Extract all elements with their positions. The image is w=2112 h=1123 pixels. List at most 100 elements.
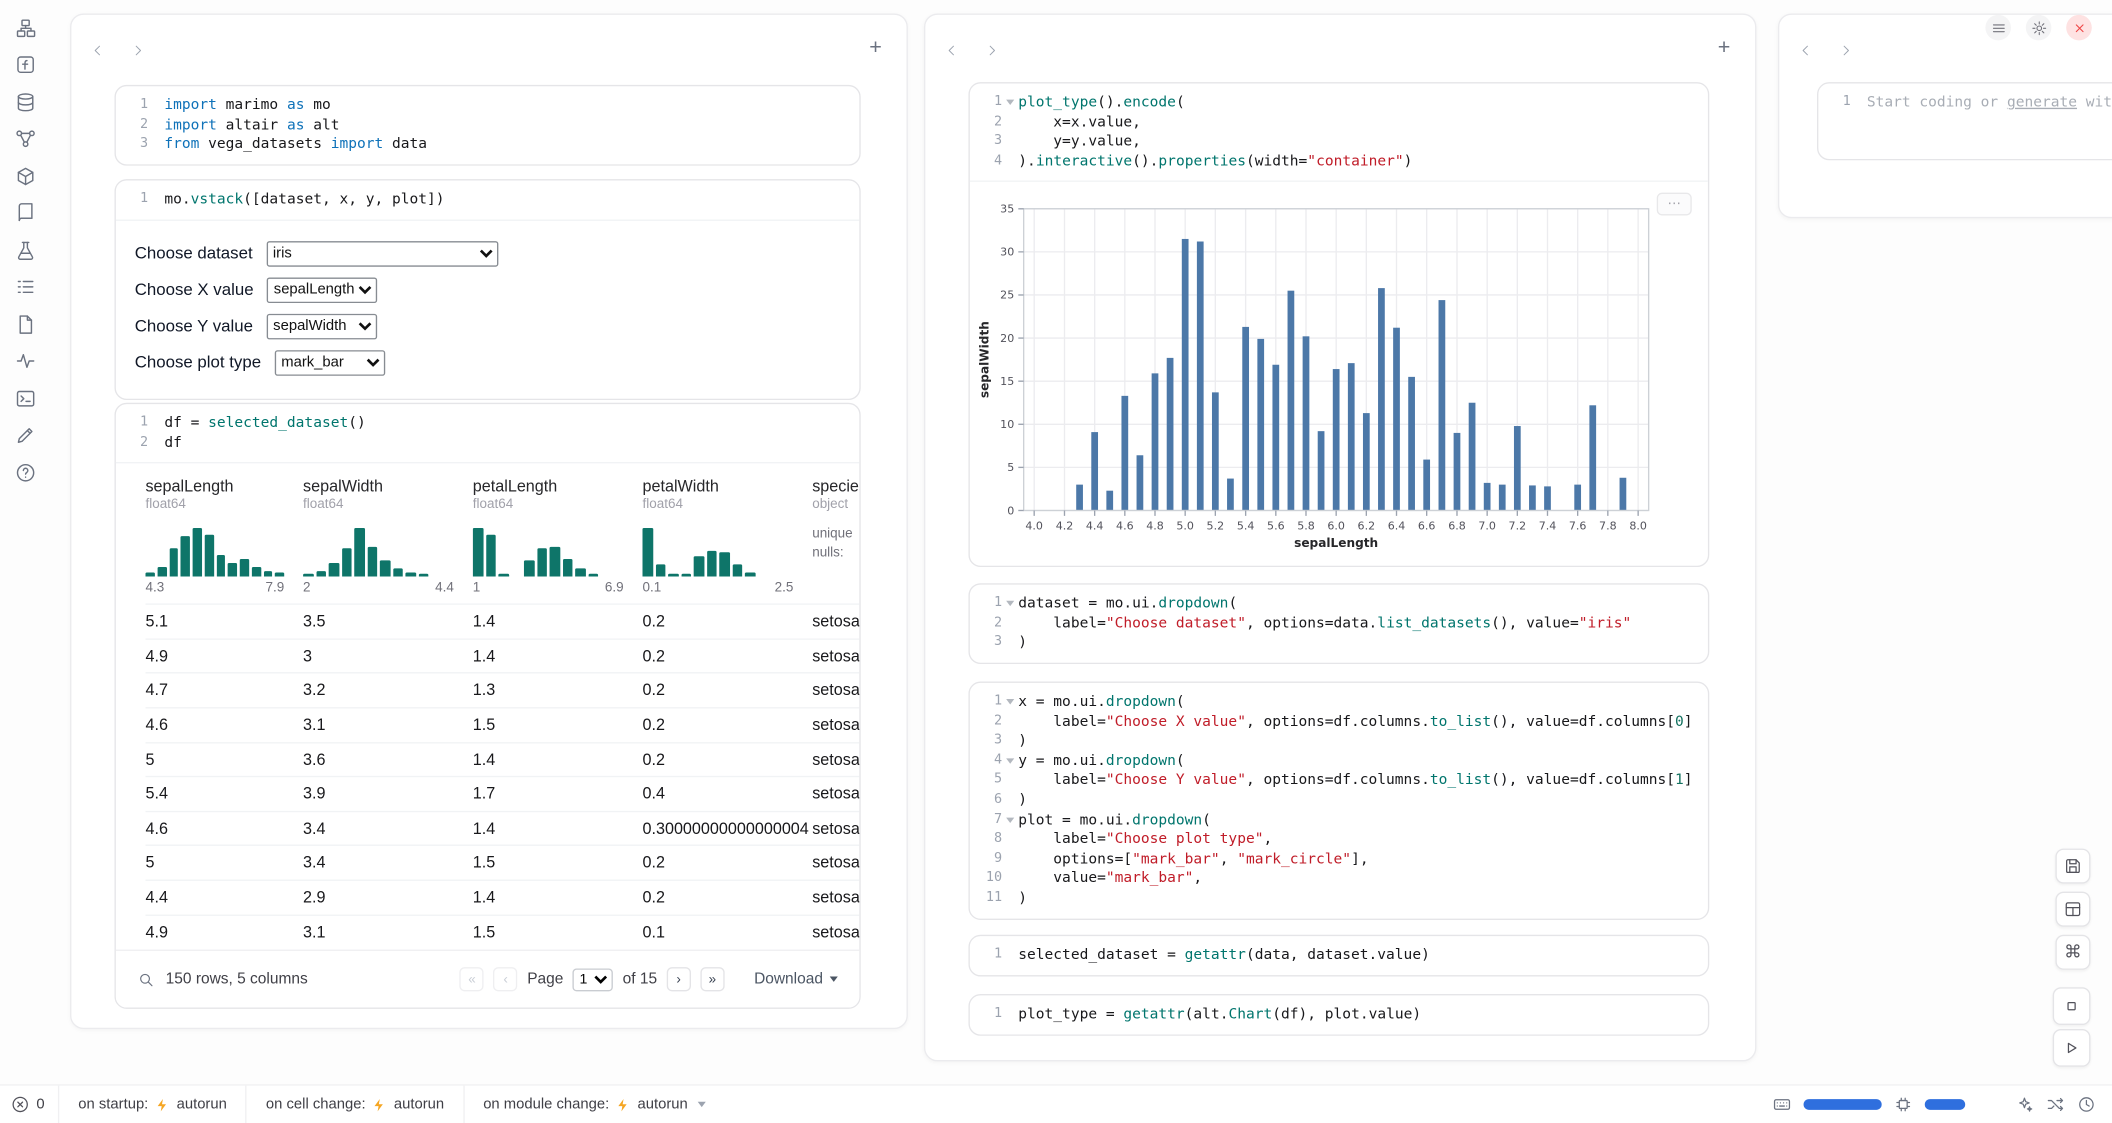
scratchpad-icon[interactable] bbox=[14, 387, 37, 410]
settings-button[interactable] bbox=[2026, 15, 2052, 41]
code-editor[interactable]: 1 Start coding or generate with AI bbox=[1818, 84, 2112, 123]
ai-sparkles-icon[interactable] bbox=[2015, 1095, 2034, 1114]
plot-type-select[interactable]: mark_bar bbox=[275, 350, 385, 376]
error-count-badge[interactable]: 0 bbox=[0, 1095, 58, 1114]
svg-text:10: 10 bbox=[1000, 419, 1014, 432]
svg-text:7.2: 7.2 bbox=[1509, 520, 1527, 533]
code-editor[interactable]: 1plot_type().encode(2 x=x.value,3 y=y.va… bbox=[970, 84, 1708, 181]
prev-page-icon[interactable]: ‹ bbox=[494, 967, 518, 991]
code-editor[interactable]: 1df = selected_dataset()2df bbox=[116, 404, 860, 462]
shuffle-icon[interactable] bbox=[2046, 1095, 2065, 1114]
layout-button[interactable] bbox=[2055, 892, 2090, 927]
code-editor[interactable]: 1mo.vstack([dataset, x, y, plot]) bbox=[116, 180, 860, 219]
menu-button[interactable] bbox=[1985, 15, 2011, 41]
code-editor[interactable]: 1selected_dataset = getattr(data, datase… bbox=[970, 936, 1708, 975]
altair-chart[interactable]: 4.04.24.44.64.85.05.25.45.65.86.06.26.46… bbox=[970, 181, 1708, 566]
stop-button[interactable] bbox=[2053, 987, 2091, 1025]
file-tree-icon[interactable] bbox=[14, 16, 37, 39]
history-icon[interactable] bbox=[2077, 1095, 2096, 1114]
chevron-left-icon[interactable] bbox=[89, 42, 107, 60]
fold-toggle-icon[interactable] bbox=[1002, 692, 1018, 704]
dataset-select[interactable]: iris bbox=[266, 241, 498, 267]
run-all-button[interactable] bbox=[2053, 1029, 2091, 1067]
chevron-left-icon[interactable] bbox=[943, 42, 961, 60]
svg-text:30: 30 bbox=[1000, 246, 1014, 259]
add-cell-button[interactable]: + bbox=[863, 36, 887, 60]
command-palette-button[interactable]: ⌘ bbox=[2055, 935, 2090, 970]
svg-text:25: 25 bbox=[1000, 289, 1014, 302]
add-cell-button[interactable]: + bbox=[1712, 36, 1736, 60]
column-header[interactable]: sepalLengthfloat644.37.9 bbox=[145, 477, 303, 596]
on-module-change-setting[interactable]: on module change: autorun bbox=[463, 1086, 724, 1123]
table-row: 4.42.91.40.2setosa bbox=[145, 879, 859, 913]
x-value-select[interactable]: sepalLength bbox=[267, 277, 377, 303]
dependencies-icon[interactable] bbox=[14, 127, 37, 150]
code-editor[interactable]: 1import marimo as mo2import altair as al… bbox=[116, 86, 860, 164]
svg-text:sepalLength: sepalLength bbox=[1294, 536, 1378, 550]
documents-icon[interactable] bbox=[14, 312, 37, 335]
on-startup-setting[interactable]: on startup: autorun bbox=[58, 1086, 246, 1123]
line-number: 6 bbox=[970, 791, 1002, 811]
search-icon[interactable] bbox=[137, 970, 155, 988]
snippets-icon[interactable] bbox=[14, 238, 37, 261]
edit-icon[interactable] bbox=[14, 424, 37, 447]
svg-text:7.4: 7.4 bbox=[1539, 520, 1557, 533]
zap-icon bbox=[155, 1097, 170, 1112]
on-cell-change-setting[interactable]: on cell change: autorun bbox=[246, 1086, 463, 1123]
y-value-select[interactable]: sepalWidth bbox=[266, 313, 376, 339]
datasources-icon[interactable] bbox=[14, 90, 37, 113]
column-histogram bbox=[642, 523, 793, 577]
fold-toggle-icon[interactable] bbox=[1002, 594, 1018, 606]
error-count: 0 bbox=[36, 1096, 44, 1112]
fold-toggle-icon[interactable] bbox=[1002, 751, 1018, 763]
packages-icon[interactable] bbox=[14, 164, 37, 187]
functions-icon[interactable] bbox=[14, 53, 37, 76]
download-button[interactable]: Download bbox=[754, 971, 838, 987]
help-icon[interactable] bbox=[14, 461, 37, 484]
documentation-icon[interactable] bbox=[14, 201, 37, 224]
close-button[interactable] bbox=[2066, 15, 2092, 41]
dropdown-label: Choose X value bbox=[135, 280, 254, 299]
fold-toggle-icon[interactable] bbox=[1002, 810, 1018, 822]
topbar-controls bbox=[1985, 15, 2091, 41]
page-label: Page bbox=[527, 971, 563, 987]
line-number: 2 bbox=[970, 712, 1002, 732]
table-row: 4.73.21.30.2setosa bbox=[145, 673, 859, 707]
page-select[interactable]: 1 bbox=[573, 968, 613, 991]
first-page-icon[interactable]: « bbox=[460, 967, 484, 991]
cell-imports: 1import marimo as mo2import altair as al… bbox=[114, 85, 860, 166]
column-header[interactable]: sepalWidthfloat6424.4 bbox=[303, 477, 473, 596]
logs-icon[interactable] bbox=[14, 275, 37, 298]
next-page-icon[interactable]: › bbox=[667, 967, 691, 991]
svg-text:sepalWidth: sepalWidth bbox=[978, 322, 992, 399]
svg-text:7.6: 7.6 bbox=[1569, 520, 1587, 533]
chevron-right-icon[interactable] bbox=[1837, 42, 1855, 60]
code-editor[interactable]: 1x = mo.ui.dropdown(2 label="Choose X va… bbox=[970, 683, 1708, 918]
cell-plot-type: 1plot_type = getattr(alt.Chart(df), plot… bbox=[968, 994, 1709, 1035]
generate-link[interactable]: generate bbox=[2007, 93, 2077, 111]
save-button[interactable] bbox=[2055, 849, 2090, 884]
line-number: 8 bbox=[970, 830, 1002, 850]
code-editor[interactable]: 1plot_type = getattr(alt.Chart(df), plot… bbox=[970, 995, 1708, 1034]
column-1: + 1import marimo as mo2import altair as … bbox=[70, 13, 908, 1029]
code-editor[interactable]: 1dataset = mo.ui.dropdown(2 label="Choos… bbox=[970, 585, 1708, 663]
column-histogram bbox=[303, 523, 454, 577]
column-header[interactable]: petalWidthfloat640.12.5 bbox=[642, 477, 812, 596]
svg-text:4.0: 4.0 bbox=[1025, 520, 1043, 533]
svg-text:6.0: 6.0 bbox=[1327, 520, 1345, 533]
tracebacks-icon[interactable] bbox=[14, 350, 37, 373]
pages-total-label: of 15 bbox=[623, 971, 657, 987]
chevron-left-icon[interactable] bbox=[1797, 42, 1815, 60]
chevron-right-icon[interactable] bbox=[129, 42, 147, 60]
line-number: 2 bbox=[970, 614, 1002, 634]
cell-dataframe: 1df = selected_dataset()2df sepalLengthf… bbox=[114, 403, 860, 1009]
last-page-icon[interactable]: » bbox=[700, 967, 724, 991]
chevron-right-icon[interactable] bbox=[983, 42, 1001, 60]
line-number: 2 bbox=[116, 115, 148, 135]
chart-menu-button[interactable]: ⋯ bbox=[1657, 193, 1692, 216]
fold-toggle-icon[interactable] bbox=[1002, 93, 1018, 105]
column-header[interactable]: speciesobjectuniquenulls: bbox=[812, 477, 860, 596]
line-number: 2 bbox=[970, 113, 1002, 133]
column-header[interactable]: petalLengthfloat6416.9 bbox=[473, 477, 643, 596]
cell-empty: 1 Start coding or generate with AI bbox=[1817, 82, 2112, 160]
